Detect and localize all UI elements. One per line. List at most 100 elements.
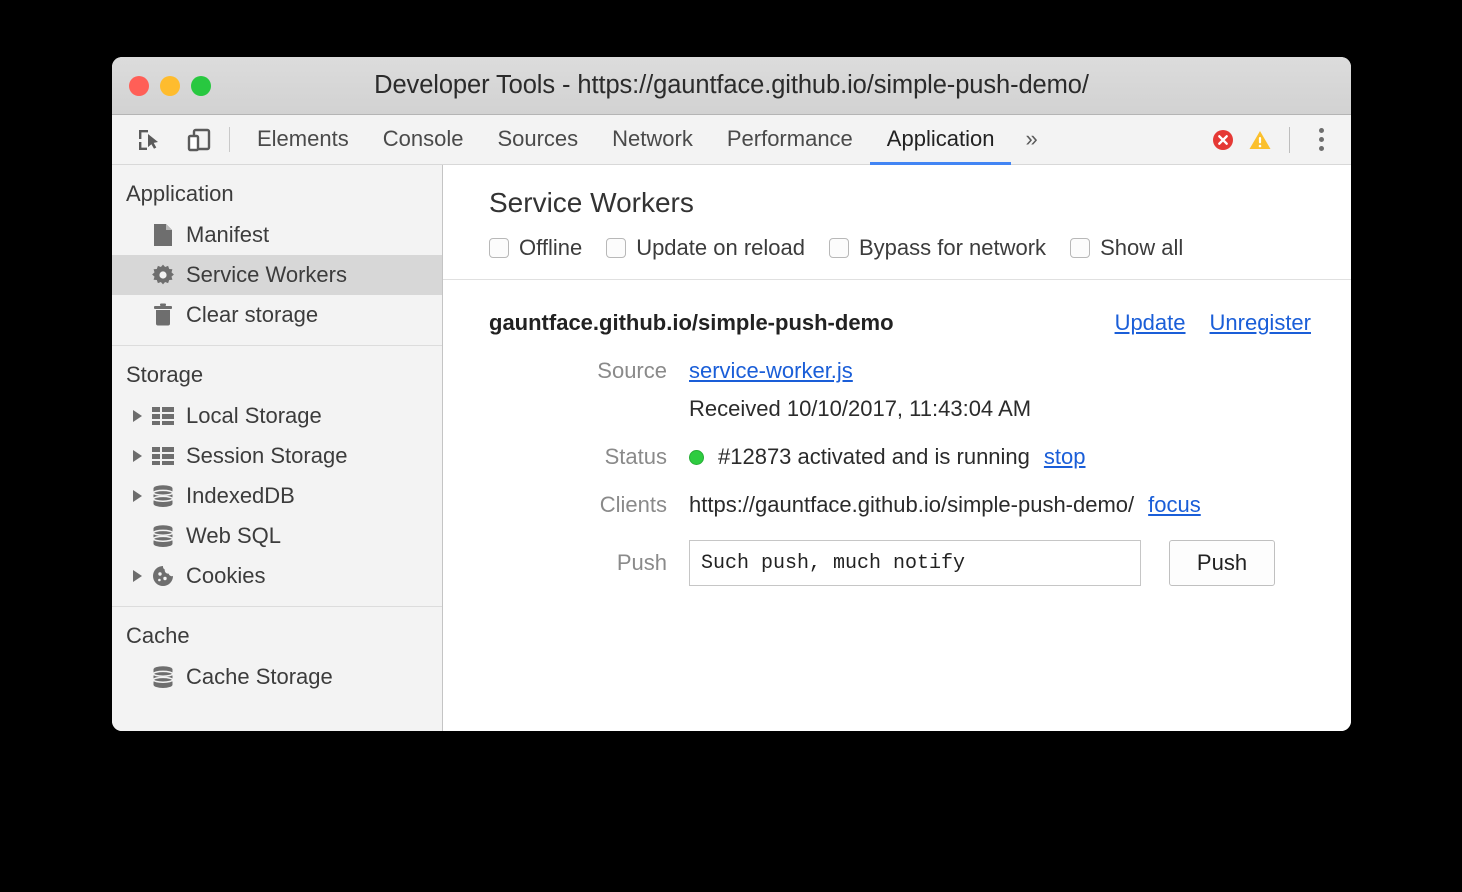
inspect-element-icon[interactable] [132, 123, 166, 157]
expand-arrow-icon[interactable] [126, 450, 148, 462]
checkbox-box[interactable] [829, 238, 849, 258]
devtools-body: Application Manifest [112, 165, 1351, 731]
traffic-light-buttons [129, 76, 211, 96]
toolbar-right-group [1211, 115, 1351, 164]
push-label: Push [489, 550, 689, 576]
checkbox-box[interactable] [606, 238, 626, 258]
update-link[interactable]: Update [1115, 310, 1186, 336]
status-text: #12873 activated and is running [718, 444, 1030, 470]
push-controls: Push [689, 540, 1275, 586]
source-label: Source [489, 358, 689, 384]
sidebar-item-manifest[interactable]: Manifest [112, 215, 442, 255]
sidebar-item-local-storage[interactable]: Local Storage [112, 396, 442, 436]
checkbox-label: Show all [1100, 235, 1183, 261]
kebab-menu-icon[interactable] [1307, 126, 1335, 154]
sidebar-item-clear-storage[interactable]: Clear storage [112, 295, 442, 335]
unregister-link[interactable]: Unregister [1210, 310, 1311, 336]
toolbar-divider [229, 127, 230, 152]
tab-elements[interactable]: Elements [240, 116, 366, 165]
checkbox-label: Bypass for network [859, 235, 1046, 261]
window-title-bar: Developer Tools - https://gauntface.gith… [112, 57, 1351, 115]
tab-console[interactable]: Console [366, 116, 481, 165]
close-window-button[interactable] [129, 76, 149, 96]
sidebar-item-cookies[interactable]: Cookies [112, 556, 442, 596]
sidebar-item-label: Clear storage [186, 302, 318, 328]
devtools-window: Developer Tools - https://gauntface.gith… [112, 57, 1351, 731]
sidebar-item-session-storage[interactable]: Session Storage [112, 436, 442, 476]
tab-performance[interactable]: Performance [710, 116, 870, 165]
device-toolbar-icon[interactable] [182, 123, 216, 157]
sidebar-item-cache-storage[interactable]: Cache Storage [112, 657, 442, 697]
expand-arrow-icon[interactable] [126, 570, 148, 582]
status-row: Status #12873 activated and is running s… [489, 444, 1351, 470]
status-label: Status [489, 444, 689, 470]
sidebar-item-label: Cache Storage [186, 664, 333, 690]
sidebar-item-label: IndexedDB [186, 483, 295, 509]
tab-sources[interactable]: Sources [480, 116, 595, 165]
sidebar-item-label: Manifest [186, 222, 269, 248]
table-icon [148, 446, 178, 466]
checkbox-update-on-reload[interactable]: Update on reload [606, 235, 805, 261]
focus-link[interactable]: focus [1148, 492, 1201, 518]
registration-actions: Update Unregister [1115, 310, 1351, 336]
source-file-link[interactable]: service-worker.js [689, 358, 853, 384]
checkbox-bypass-for-network[interactable]: Bypass for network [829, 235, 1046, 261]
service-worker-options: Offline Update on reload Bypass for netw… [489, 235, 1351, 261]
database-icon [148, 665, 178, 689]
database-icon [148, 524, 178, 548]
sidebar-item-label: Cookies [186, 563, 265, 589]
service-workers-panel: Service Workers Offline Update on reload… [443, 165, 1351, 731]
sidebar-item-label: Web SQL [186, 523, 281, 549]
status-value: #12873 activated and is running stop [689, 444, 1086, 470]
source-value: service-worker.js [689, 358, 853, 384]
warning-triangle-icon[interactable] [1248, 128, 1272, 152]
sidebar-group-storage: Storage Local Storage [112, 346, 442, 606]
registration-header: gauntface.github.io/simple-push-demo Upd… [489, 310, 1351, 336]
sidebar-section-title-application: Application [112, 165, 442, 215]
sidebar-item-web-sql[interactable]: Web SQL [112, 516, 442, 556]
sidebar-item-indexeddb[interactable]: IndexedDB [112, 476, 442, 516]
more-tabs-button[interactable]: » [1011, 116, 1050, 165]
push-row: Push Push [489, 540, 1351, 586]
expand-arrow-icon[interactable] [126, 410, 148, 422]
push-button[interactable]: Push [1169, 540, 1275, 586]
sidebar-item-label: Local Storage [186, 403, 322, 429]
database-icon [148, 484, 178, 508]
devtools-tabs: Elements Console Sources Network Perform… [240, 115, 1051, 164]
sidebar-item-label: Service Workers [186, 262, 347, 288]
sidebar-section-title-storage: Storage [112, 346, 442, 396]
service-worker-registration: gauntface.github.io/simple-push-demo Upd… [443, 280, 1351, 586]
checkbox-offline[interactable]: Offline [489, 235, 582, 261]
source-row: Source service-worker.js [489, 358, 1351, 384]
checkbox-label: Update on reload [636, 235, 805, 261]
tab-application[interactable]: Application [870, 116, 1012, 165]
sidebar-section-title-cache: Cache [112, 607, 442, 657]
checkbox-box[interactable] [489, 238, 509, 258]
trash-icon [148, 303, 178, 327]
clients-label: Clients [489, 492, 689, 518]
sidebar-item-service-workers[interactable]: Service Workers [112, 255, 442, 295]
registration-origin: gauntface.github.io/simple-push-demo [489, 310, 894, 336]
window-title: Developer Tools - https://gauntface.gith… [374, 71, 1089, 100]
document-icon [148, 223, 178, 247]
cookie-icon [148, 564, 178, 588]
tab-network[interactable]: Network [595, 116, 710, 165]
sidebar-group-cache: Cache Cache Storage [112, 607, 442, 707]
received-row: Received 10/10/2017, 11:43:04 AM [489, 396, 1351, 422]
expand-arrow-icon[interactable] [126, 490, 148, 502]
maximize-window-button[interactable] [191, 76, 211, 96]
checkbox-show-all[interactable]: Show all [1070, 235, 1183, 261]
client-url: https://gauntface.github.io/simple-push-… [689, 492, 1134, 518]
checkbox-label: Offline [519, 235, 582, 261]
checkbox-box[interactable] [1070, 238, 1090, 258]
clients-row: Clients https://gauntface.github.io/simp… [489, 492, 1351, 518]
status-badge [689, 450, 704, 465]
error-circle-icon[interactable] [1211, 128, 1235, 152]
toolbar-icon-group [132, 115, 229, 164]
toolbar-right-divider [1289, 127, 1290, 153]
stop-link[interactable]: stop [1044, 444, 1086, 470]
minimize-window-button[interactable] [160, 76, 180, 96]
clients-value: https://gauntface.github.io/simple-push-… [689, 492, 1201, 518]
page-title: Service Workers [489, 187, 1351, 219]
push-input[interactable] [689, 540, 1141, 586]
